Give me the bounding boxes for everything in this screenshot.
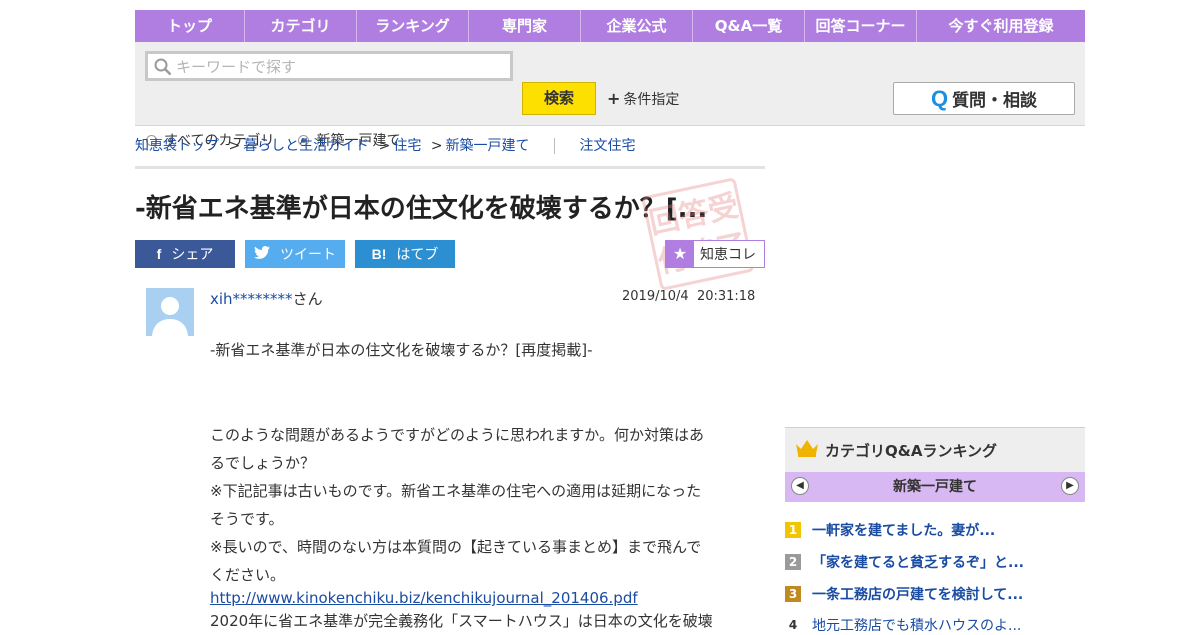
breadcrumb-separator: > xyxy=(430,138,443,154)
header: トップ カテゴリ ランキング 専門家 企業公式 Q&A一覧 回答コーナー 今すぐ… xyxy=(135,10,1085,149)
post-time: 20:31:18 xyxy=(696,289,756,304)
ranking-category-bar: ◀ 新築一戸建て ▶ xyxy=(785,472,1085,502)
ranking-item[interactable]: 3 一条工務店の戸建てを検討して... xyxy=(785,584,1085,604)
nav-official[interactable]: 企業公式 xyxy=(581,10,693,42)
ask-question-button[interactable]: Q 質問・相談 xyxy=(893,82,1075,115)
hatena-label: はてブ xyxy=(396,247,439,263)
nav-category[interactable]: カテゴリ xyxy=(245,10,357,42)
breadcrumb-item[interactable]: 知恵袋トップ xyxy=(135,138,219,154)
question-body-line: -新省エネ基準が日本の住文化を破壊するか？[再度掲載]- xyxy=(210,341,593,359)
facebook-label: シェア xyxy=(171,247,214,263)
search-button[interactable]: 検索 xyxy=(522,82,596,115)
twitter-label: ツイート xyxy=(280,247,336,263)
post-datetime: 2019/10/4 20:31:18 xyxy=(622,289,755,304)
prev-arrow-icon[interactable]: ◀ xyxy=(791,477,809,495)
crown-icon xyxy=(795,438,819,462)
ranking-category: 新築一戸建て xyxy=(893,479,977,495)
search-icon xyxy=(154,58,172,80)
related-category-link[interactable]: 注文住宅 xyxy=(579,138,635,154)
question-body-line: このような問題があるようですがどのように思われますか。何か対策はあ xyxy=(210,426,704,444)
q-icon: Q xyxy=(930,85,949,111)
search-input[interactable] xyxy=(174,56,508,78)
avatar[interactable] xyxy=(146,288,194,336)
question-body-line: 2020年に省エネ基準が完全義務化「スマートハウス」は日本の文化を破壊 xyxy=(210,612,713,630)
search-panel: 検索 +条件指定 Q 質問・相談 すべてのカテゴリ 新築一戸建て xyxy=(135,42,1085,149)
global-nav: トップ カテゴリ ランキング 専門家 企業公式 Q&A一覧 回答コーナー 今すぐ… xyxy=(135,10,1085,42)
ranking-header: カテゴリQ&Aランキング xyxy=(785,427,1085,472)
question-body-line: るでしょうか？ xyxy=(210,454,316,472)
nav-ranking[interactable]: ランキング xyxy=(357,10,469,42)
breadcrumb-item[interactable]: 暮らしと生活ガイド xyxy=(243,138,369,154)
question-author: xih********さん xyxy=(210,288,323,309)
author-suffix: さん xyxy=(292,290,323,308)
rank-badge: 2 xyxy=(785,554,801,570)
closed-stamp: 回答受付終了 xyxy=(641,177,755,291)
breadcrumb-item[interactable]: 住宅 xyxy=(393,138,421,154)
twitter-share-button[interactable]: ツイート xyxy=(245,240,345,268)
nav-register[interactable]: 今すぐ利用登録 xyxy=(917,10,1085,42)
ranking-item[interactable]: 4 地元工務店でも積水ハウスのよ... xyxy=(785,615,1085,635)
search-box[interactable] xyxy=(145,51,513,81)
ranking-item-title: 「家を建てると貧乏するぞ」と... xyxy=(812,555,1024,571)
next-arrow-icon[interactable]: ▶ xyxy=(1061,477,1079,495)
chiekore-label: 知恵コレ xyxy=(700,247,756,263)
divider xyxy=(554,138,556,154)
rank-badge: 3 xyxy=(785,586,801,602)
plus-icon: + xyxy=(607,89,621,108)
breadcrumb-separator: > xyxy=(228,138,241,154)
breadcrumb-item[interactable]: 新築一戸建て xyxy=(446,138,530,154)
ranking-item[interactable]: 1 一軒家を建てました。妻が... xyxy=(785,520,1085,540)
nav-experts[interactable]: 専門家 xyxy=(469,10,581,42)
breadcrumb-separator: > xyxy=(378,138,391,154)
ranking-title: カテゴリQ&Aランキング xyxy=(825,441,997,460)
ask-question-label: 質問・相談 xyxy=(952,91,1038,111)
facebook-share-button[interactable]: f シェア xyxy=(135,240,235,268)
facebook-icon: f xyxy=(156,246,162,262)
nav-qa-list[interactable]: Q&A一覧 xyxy=(693,10,805,42)
ranking-item[interactable]: 2 「家を建てると貧乏するぞ」と... xyxy=(785,552,1085,572)
conditions-label: 条件指定 xyxy=(623,92,680,108)
nav-answer-corner[interactable]: 回答コーナー xyxy=(805,10,917,42)
ranking-item-title: 一条工務店の戸建てを検討して... xyxy=(812,587,1024,603)
rank-badge: 4 xyxy=(788,618,798,632)
ranking-item-title: 地元工務店でも積水ハウスのよ... xyxy=(812,618,1022,634)
divider xyxy=(135,166,765,169)
user-silhouette-icon xyxy=(152,297,188,336)
breadcrumb: 知恵袋トップ > 暮らしと生活ガイド > 住宅 > 新築一戸建て 注文住宅 xyxy=(135,135,635,155)
ranking-item-title: 一軒家を建てました。妻が... xyxy=(812,523,996,539)
question-body-line: そうです。 xyxy=(210,510,284,528)
star-icon: ★ xyxy=(666,241,694,267)
conditions-link[interactable]: + 条件指定 xyxy=(607,89,679,109)
hatena-bookmark-button[interactable]: B! はてブ xyxy=(355,240,455,268)
author-link[interactable]: xih******** xyxy=(210,290,293,308)
hatena-icon: B! xyxy=(371,246,387,262)
question-body-line: ください。 xyxy=(210,566,286,584)
rank-badge: 1 xyxy=(785,522,801,538)
nav-top[interactable]: トップ xyxy=(135,10,245,42)
reference-link[interactable]: http://www.kinokenchiku.biz/kenchikujour… xyxy=(210,589,638,607)
question-body-line: ※下記記事は古いものです。新省エネ基準の住宅への適用は延期になった xyxy=(210,482,702,500)
chiekore-button[interactable]: ★ 知恵コレ xyxy=(665,240,765,268)
twitter-bird-icon xyxy=(254,246,270,262)
question-body-line: ※長いので、時間のない方は本質問の【起きている事まとめ】まで飛んで xyxy=(210,538,702,556)
post-date: 2019/10/4 xyxy=(622,289,689,304)
